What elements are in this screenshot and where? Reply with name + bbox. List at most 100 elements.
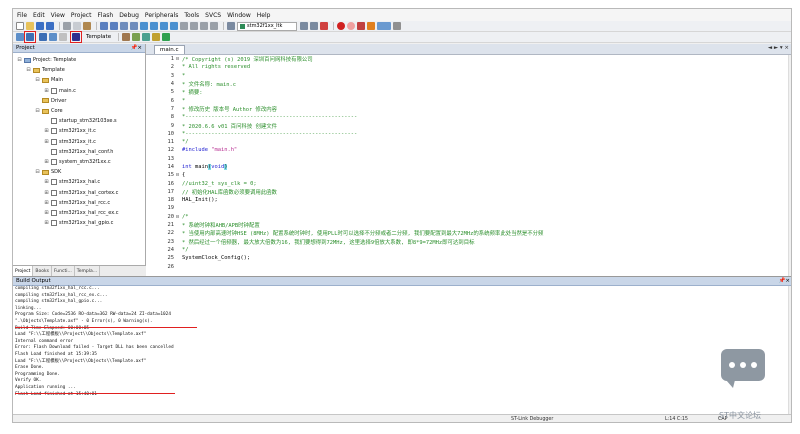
- open-file-icon[interactable]: [26, 22, 34, 30]
- tree-item[interactable]: startup_stm32f103xe.s: [13, 116, 145, 126]
- code-line[interactable]: 4 * 文件名称: main.c: [146, 80, 791, 88]
- tree-expander-icon[interactable]: ⊟: [17, 57, 22, 63]
- target-select[interactable]: Template: [86, 34, 111, 40]
- tree-item[interactable]: ⊞ stm32f1xx_hal_cortex.c: [13, 187, 145, 197]
- code-line[interactable]: 14 int main(void): [146, 163, 791, 171]
- bookmark-prev-icon[interactable]: [150, 22, 158, 30]
- tree-item[interactable]: ⊟ Template: [13, 65, 145, 75]
- tree-expander-icon[interactable]: ⊞: [44, 200, 49, 206]
- editor-scrollbar[interactable]: [788, 55, 791, 276]
- build-output-scrollbar[interactable]: [788, 286, 791, 414]
- tree-item[interactable]: ⊞ stm32f1xx_it.c: [13, 137, 145, 147]
- tree-item[interactable]: ⊟ Project: Template: [13, 55, 145, 65]
- bookmark-clear-icon[interactable]: [170, 22, 178, 30]
- cut-icon[interactable]: [63, 22, 71, 30]
- translate-icon[interactable]: [16, 33, 24, 41]
- panel-pin-close-icon[interactable]: 📌×: [779, 278, 790, 284]
- find-combo[interactable]: stm32f1xx_ltk: [237, 21, 297, 31]
- menu-tools[interactable]: Tools: [184, 12, 199, 19]
- breakpoint-kill-all-icon[interactable]: [367, 22, 375, 30]
- tree-item[interactable]: stm32f1xx_hal_conf.h: [13, 147, 145, 157]
- uncomment-icon[interactable]: [210, 22, 218, 30]
- menu-view[interactable]: View: [51, 12, 65, 19]
- tree-item[interactable]: ⊞ stm32f1xx_hal_gpio.c: [13, 218, 145, 228]
- menu-peripherals[interactable]: Peripherals: [145, 12, 178, 19]
- tab-project[interactable]: Project: [13, 266, 34, 276]
- tree-item[interactable]: ⊞ stm32f1xx_hal.c: [13, 177, 145, 187]
- code-line[interactable]: 23 * 然后经过一个倍频器, 最大放大倍数为16, 我们要想得到72MHz, …: [146, 238, 791, 246]
- tree-expander-icon[interactable]: ⊞: [44, 159, 49, 165]
- manage-components-icon[interactable]: [142, 33, 151, 41]
- code-line[interactable]: 8 *-------------------------------------…: [146, 113, 791, 121]
- code-line[interactable]: 25 SystemClock_Config();: [146, 254, 791, 262]
- code-line[interactable]: 7 * 修改历史 版本号 Author 修改内容: [146, 105, 791, 113]
- menu-debug[interactable]: Debug: [119, 12, 139, 19]
- code-line[interactable]: 22 * 当使用内部高速时钟HSE (8MHz) 配置系统时钟时, 使用PLL时…: [146, 229, 791, 237]
- tab-books[interactable]: Books: [33, 266, 52, 276]
- build-icon[interactable]: [24, 31, 36, 43]
- tree-expander-icon[interactable]: ⊞: [44, 88, 49, 94]
- find-in-files-icon[interactable]: [227, 22, 235, 30]
- green-diamond-icon[interactable]: [162, 33, 171, 41]
- code-line[interactable]: 3 *: [146, 72, 791, 80]
- code-line[interactable]: 10 *------------------------------------…: [146, 130, 791, 138]
- code-line[interactable]: 2 * All rights reserved: [146, 63, 791, 71]
- code-line[interactable]: 26: [146, 262, 791, 270]
- stop-build-icon[interactable]: [59, 33, 67, 41]
- code-line[interactable]: 6 *: [146, 96, 791, 104]
- tree-item[interactable]: ⊟ Core: [13, 106, 145, 116]
- tree-item[interactable]: ⊞ stm32f1xx_it.c: [13, 126, 145, 136]
- code-line[interactable]: 20 ⊟ /*: [146, 213, 791, 221]
- tab-main-c[interactable]: main.c: [154, 45, 185, 54]
- menu-svcs[interactable]: SVCS: [205, 12, 221, 19]
- tree-expander-icon[interactable]: ⊞: [44, 139, 49, 145]
- paste-icon[interactable]: [83, 22, 91, 30]
- incremental-find-icon[interactable]: [310, 22, 318, 30]
- code-line[interactable]: 16 //uint32_t sys_clk = 0;: [146, 179, 791, 187]
- tree-expander-icon[interactable]: ⊟: [35, 169, 40, 175]
- menu-window[interactable]: Window: [227, 12, 251, 19]
- tree-item[interactable]: ⊞ stm32f1xx_hal_rcc_ex.c: [13, 208, 145, 218]
- tree-item[interactable]: Driver: [13, 96, 145, 106]
- code-line[interactable]: 15 ⊟{: [146, 171, 791, 179]
- code-area[interactable]: 1 ⊟/* Copyright (s) 2019 深圳百问网科技有限公司 2 * A…: [146, 55, 791, 276]
- menu-flash[interactable]: Flash: [97, 12, 113, 19]
- tree-expander-icon[interactable]: ⊞: [44, 220, 49, 226]
- code-line[interactable]: 1 ⊟/* Copyright (s) 2019 深圳百问网科技有限公司: [146, 55, 791, 63]
- menu-project[interactable]: Project: [71, 12, 92, 19]
- tree-expander-icon[interactable]: ⊞: [44, 179, 49, 185]
- tree-expander-icon[interactable]: ⊟: [35, 77, 40, 83]
- code-line[interactable]: 19: [146, 204, 791, 212]
- tree-expander-icon[interactable]: ⊞: [44, 128, 49, 134]
- tree-expander-icon[interactable]: ⊞: [44, 190, 49, 196]
- window-layout-icon[interactable]: [377, 22, 391, 30]
- configure-icon[interactable]: [393, 22, 401, 30]
- outdent-icon[interactable]: [190, 22, 198, 30]
- code-line[interactable]: 12 #include "main.h": [146, 146, 791, 154]
- breakpoint-kill-icon[interactable]: [357, 22, 365, 30]
- build-output-text[interactable]: compiling stm32f1xx_hal_rcc.c... compilin…: [13, 286, 791, 398]
- save-all-icon[interactable]: [46, 22, 54, 30]
- redo-icon[interactable]: [110, 22, 118, 30]
- tree-item[interactable]: ⊞ stm32f1xx_hal_rcc.c: [13, 198, 145, 208]
- code-line[interactable]: 11 */: [146, 138, 791, 146]
- code-line[interactable]: 18 HAL_Init();: [146, 196, 791, 204]
- save-icon[interactable]: [36, 22, 44, 30]
- menu-edit[interactable]: Edit: [33, 12, 45, 19]
- new-file-icon[interactable]: [16, 22, 24, 30]
- tree-expander-icon[interactable]: ⊞: [44, 210, 49, 216]
- comment-icon[interactable]: [200, 22, 208, 30]
- forward-icon[interactable]: [130, 22, 138, 30]
- code-line[interactable]: 17 // 初始化HAL库函数必须要调用此函数: [146, 188, 791, 196]
- undo-icon[interactable]: [100, 22, 108, 30]
- tree-item[interactable]: ⊟ SDK: [13, 167, 145, 177]
- editor-tab-controls-icon[interactable]: ◄ ► ▾ ×: [768, 45, 789, 51]
- tree-item[interactable]: ⊟ Main: [13, 75, 145, 85]
- bookmark-next-icon[interactable]: [160, 22, 168, 30]
- code-line[interactable]: 24 */: [146, 246, 791, 254]
- target-options-icon[interactable]: [122, 33, 131, 41]
- tree-expander-icon[interactable]: ⊟: [26, 67, 31, 73]
- download-icon[interactable]: [70, 31, 82, 43]
- tab-templates[interactable]: Templa...: [75, 266, 101, 276]
- code-editor[interactable]: main.c ◄ ► ▾ × 1 ⊟/* Copyright (s) 2019 深…: [146, 44, 791, 276]
